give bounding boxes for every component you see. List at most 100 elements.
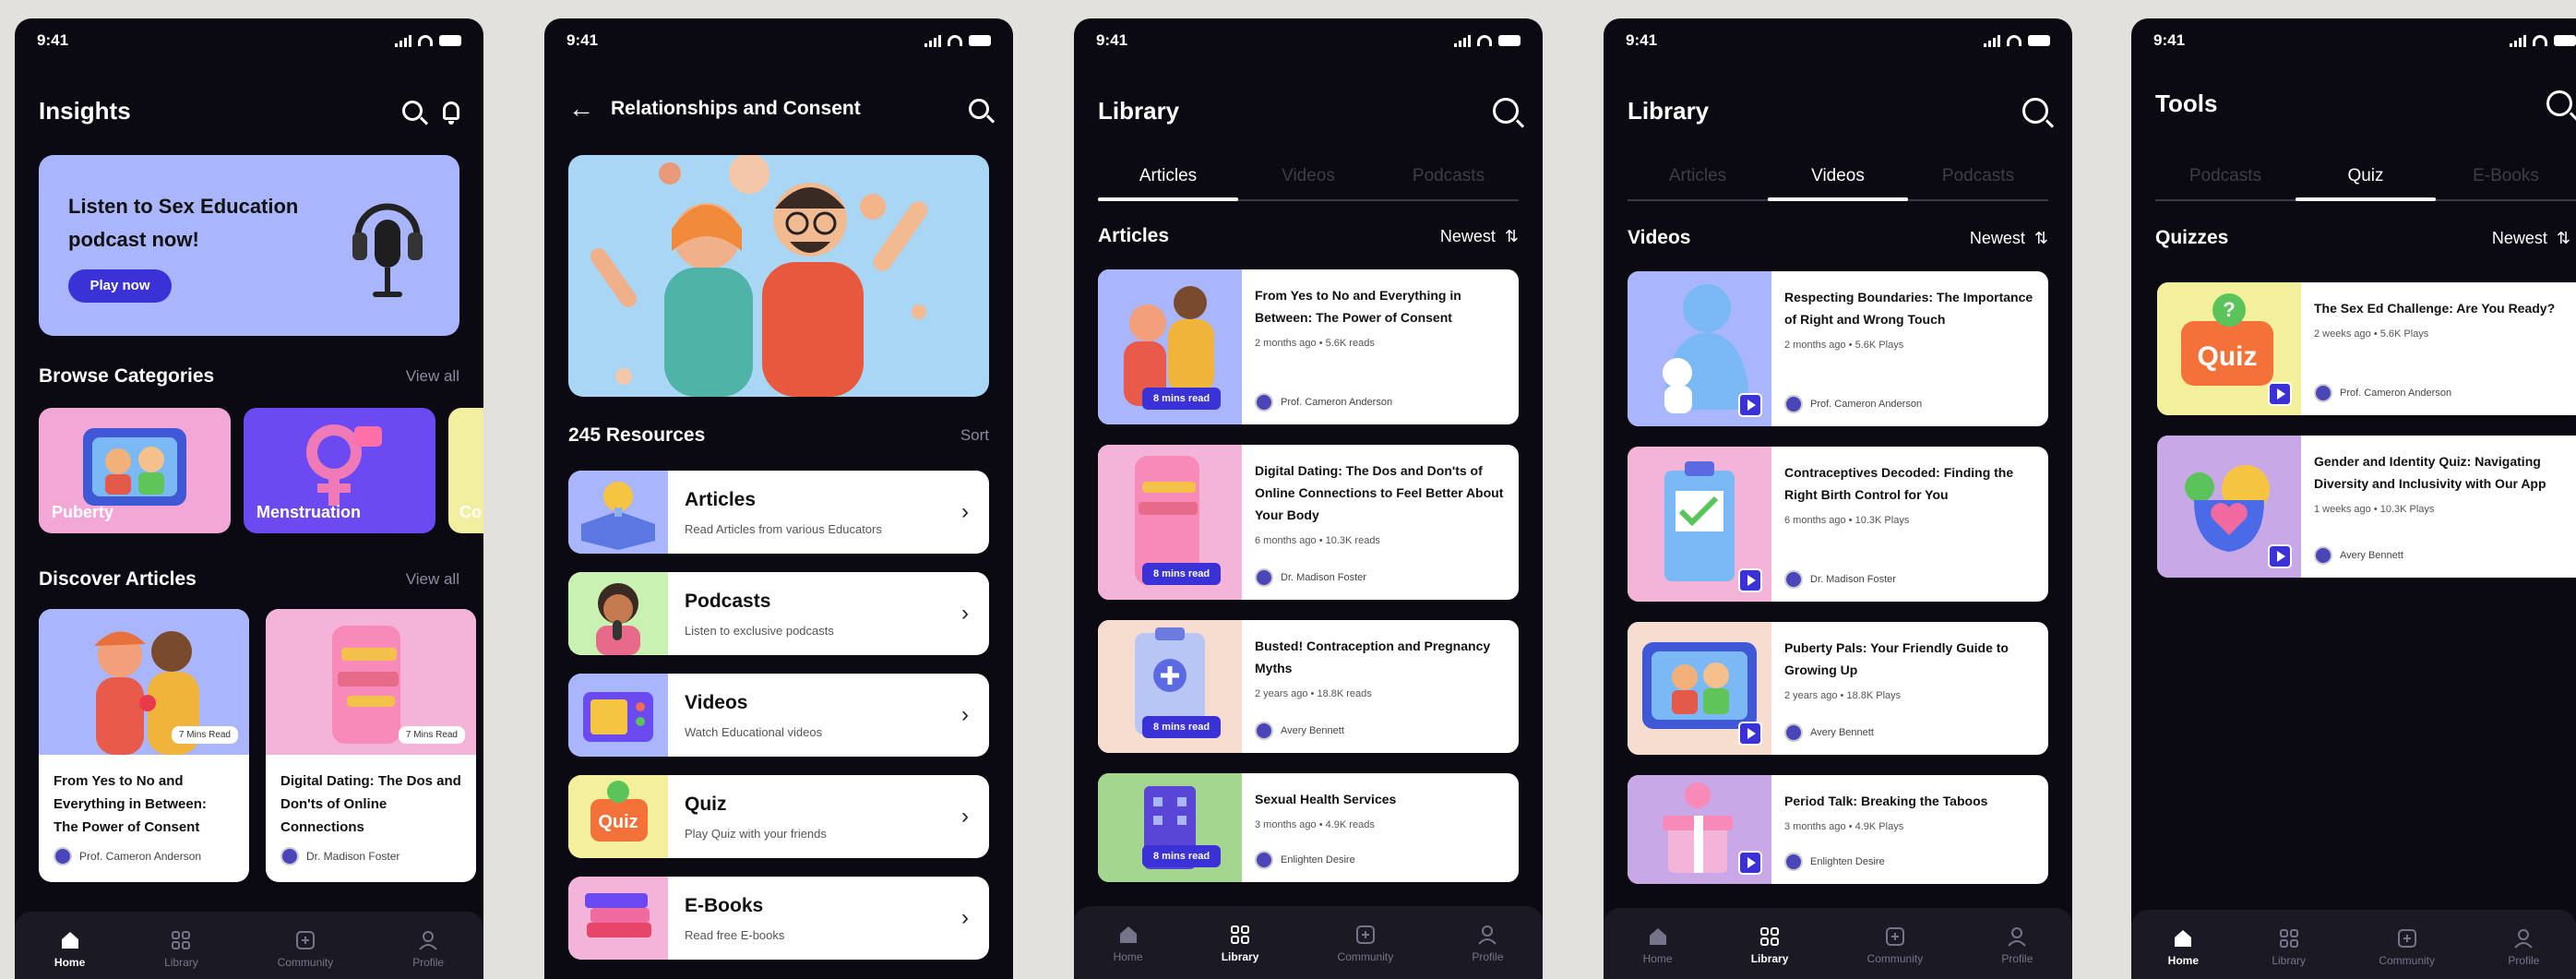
resource-item-videos[interactable]: Videos Watch Educational videos › [568,674,989,757]
sort-newest-button[interactable]: Newest ⇅ [2492,229,2570,248]
item-title: Contraceptives Decoded: Finding the Righ… [1784,465,2014,502]
header: ← Relationships and Consent [568,89,989,129]
chevron-right-icon: › [961,702,969,727]
resource-item-podcasts[interactable]: Podcasts Listen to exclusive podcasts › [568,572,989,655]
quiz-list-item[interactable]: ? Quiz The Sex Ed Challenge: Are You Read… [2157,282,2576,415]
nav-library[interactable]: Library [1221,925,1259,963]
list-header: Videos Newest ⇅ [1628,227,2048,249]
article-card[interactable]: 7 Mins Read Digital Dating: The Dos and … [266,609,476,882]
article-list-item[interactable]: 8 mins read Sexual Health Services 3 mont… [1098,773,1519,882]
tab-podcasts[interactable]: Podcasts [2155,153,2296,199]
tab-articles[interactable]: Articles [1098,153,1238,201]
sort-newest-button[interactable]: Newest ⇅ [1440,227,1519,246]
article-list-item[interactable]: 8 mins read Digital Dating: The Dos and … [1098,445,1519,600]
sort-newest-button[interactable]: Newest ⇅ [1970,229,2048,248]
nav-library[interactable]: Library [2272,928,2306,967]
video-thumb [1628,447,1771,602]
nav-home[interactable]: Home [54,930,85,969]
nav-home[interactable]: Home [1643,926,1673,965]
quiz-thumb: ? Quiz [2157,282,2301,415]
chevron-right-icon: › [961,601,969,626]
search-icon[interactable] [2546,90,2572,116]
category-card-menstruation[interactable]: Menstruation [244,408,435,533]
item-author: Enlighten Desire [1784,853,1885,871]
search-icon[interactable] [1493,98,1519,124]
bottom-nav: Home Library Community Profile [1074,906,1543,979]
view-all-link[interactable]: View all [406,570,459,589]
resource-subtitle: Listen to exclusive podcasts [685,623,834,638]
item-author: Dr. Madison Foster [1784,570,1896,589]
sort-link[interactable]: Sort [960,426,989,445]
tab-videos[interactable]: Videos [1238,153,1378,199]
nav-community[interactable]: Community [1338,925,1393,963]
nav-community[interactable]: Community [2379,928,2435,967]
quiz-list-item[interactable]: Gender and Identity Quiz: Navigating Div… [2157,436,2576,578]
bottom-nav: Home Library Community Profile [15,912,483,979]
nav-label: Community [277,956,334,969]
tab-bar: Articles Videos Podcasts [1098,153,1519,201]
resource-item-quiz[interactable]: Quiz Quiz Play Quiz with your friends › [568,775,989,858]
author-name: Dr. Madison Foster [1810,574,1896,585]
nav-label: Library [1221,950,1259,963]
search-icon[interactable] [969,99,989,119]
article-list-item[interactable]: 8 mins read Busted! Contraception and Pr… [1098,620,1519,753]
bell-icon[interactable] [443,101,459,125]
screen-tools-quiz: 9:41 Tools Podcasts Quiz E-Books Quizzes… [2131,18,2576,979]
video-list-item[interactable]: Contraceptives Decoded: Finding the Righ… [1628,447,2048,602]
article-card[interactable]: 7 Mins Read From Yes to No and Everythin… [39,609,249,882]
video-list-item[interactable]: Puberty Pals: Your Friendly Guide to Gro… [1628,622,2048,755]
item-meta: 3 months ago • 4.9K reads [1255,819,1375,830]
tab-ebooks[interactable]: E-Books [2436,153,2576,199]
status-time: 9:41 [566,31,599,49]
quiz-thumb: Quiz [568,775,668,858]
article-author: Dr. Madison Foster [280,847,400,866]
article-author: Prof. Cameron Anderson [54,847,201,866]
chevron-right-icon: › [961,499,969,524]
back-arrow-icon[interactable]: ← [568,94,594,124]
nav-profile[interactable]: Profile [1472,925,1503,963]
read-time-tag: 7 Mins Read [171,726,238,744]
nav-profile[interactable]: Profile [2001,926,2033,965]
nav-profile[interactable]: Profile [412,930,444,969]
sort-label: Newest [1969,228,2025,247]
nav-home[interactable]: Home [2168,928,2199,967]
view-all-link[interactable]: View all [406,367,459,386]
nav-library[interactable]: Library [164,930,198,969]
nav-library[interactable]: Library [1751,926,1788,965]
category-card-partial[interactable]: Co [448,408,483,533]
female-symbol-icon [306,424,382,506]
tab-videos[interactable]: Videos [1768,153,1908,201]
tab-podcasts[interactable]: Podcasts [1378,153,1519,199]
tab-quiz[interactable]: Quiz [2296,153,2436,201]
status-bar: 9:41 [1096,30,1521,52]
signal-icon [1984,34,2000,47]
community-icon [2397,929,2416,948]
podcast-banner[interactable]: Listen to Sex Education podcast now! Pla… [39,155,459,336]
search-icon[interactable] [402,101,423,121]
resource-title: Quiz [685,793,727,815]
nav-community[interactable]: Community [277,930,334,969]
video-list-item[interactable]: Period Talk: Breaking the Taboos 3 months… [1628,775,2048,884]
article-list-item[interactable]: 8 mins read From Yes to No and Everythin… [1098,269,1519,424]
screen-insights: 9:41 Insights Listen to Sex Education po… [15,18,483,979]
podcasts-thumb [568,572,668,655]
search-icon[interactable] [2022,98,2048,124]
play-now-button[interactable]: Play now [68,269,172,303]
resource-item-ebooks[interactable]: E-Books Read free E-books › [568,877,989,960]
avatar [54,847,72,866]
discover-title: Discover Articles [39,568,197,590]
tab-podcasts[interactable]: Podcasts [1908,153,2048,199]
avatar [1255,568,1273,587]
resource-item-articles[interactable]: Articles Read Articles from various Educa… [568,471,989,554]
sort-arrows-icon: ⇅ [2556,228,2570,247]
resource-subtitle: Read free E-books [685,927,785,942]
item-title: Period Talk: Breaking the Taboos [1784,794,1988,808]
nav-profile[interactable]: Profile [2508,928,2539,967]
nav-community[interactable]: Community [1867,926,1923,965]
nav-home[interactable]: Home [1114,925,1143,963]
tab-articles[interactable]: Articles [1628,153,1768,199]
nav-label: Home [1642,952,1673,965]
category-card-puberty[interactable]: Puberty [39,408,231,533]
video-list-item[interactable]: Respecting Boundaries: The Importance of… [1628,271,2048,426]
bottom-nav: Home Library Community Profile [2131,910,2576,979]
